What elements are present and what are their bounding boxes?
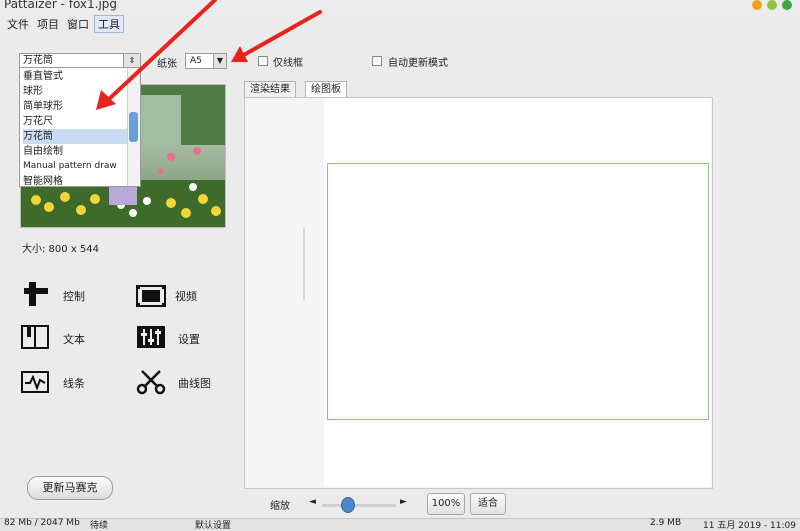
annotation-arrows (96, 0, 322, 110)
annotation-arrow-line-paper (240, 10, 322, 58)
annotation-arrow-line-list (106, 0, 217, 102)
